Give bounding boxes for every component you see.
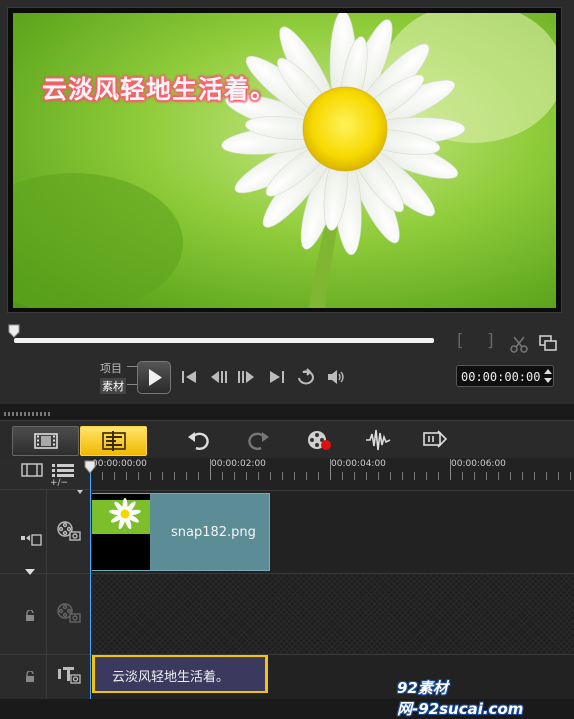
preview-title-overlay[interactable]: 云淡风轻地生活着。: [42, 70, 276, 106]
timecode-field[interactable]: 00:00:00:00: [456, 365, 554, 387]
chevron-down-icon[interactable]: [24, 561, 36, 580]
header-divider: [0, 654, 90, 655]
ruler-major-tick: [330, 459, 331, 479]
ruler-major-tick: [210, 459, 211, 479]
watermark: 92素材网-92sucai.com: [397, 679, 524, 718]
ruler-tick-label: 00:00:06:00: [451, 459, 506, 469]
undo-icon[interactable]: [185, 428, 213, 452]
title-track-icon[interactable]: [56, 664, 82, 686]
mode-connector: [127, 366, 137, 367]
overlay-track-icon[interactable]: [56, 602, 82, 624]
overlay-track[interactable]: [90, 574, 574, 655]
mark-in-button[interactable]: [: [457, 331, 464, 351]
video-track-icon[interactable]: [56, 520, 82, 542]
title-clip-text: 云淡风轻地生活着。: [112, 670, 230, 685]
previous-frame-icon[interactable]: [207, 367, 229, 387]
go-to-start-icon[interactable]: [179, 367, 201, 387]
record-capture-icon[interactable]: [305, 428, 333, 452]
filmstrip-icon: [34, 433, 58, 449]
scissors-icon[interactable]: [510, 335, 528, 357]
video-clip-thumbnail: [92, 494, 150, 570]
mode-project-label[interactable]: 项目: [100, 360, 122, 376]
timeline-icon: [102, 431, 126, 451]
ruler-tick-label: 00:00:04:00: [331, 459, 386, 469]
volume-icon[interactable]: [325, 367, 347, 387]
audio-waveform-icon[interactable]: [364, 428, 392, 452]
next-frame-icon[interactable]: [236, 367, 258, 387]
auto-music-icon[interactable]: [421, 428, 449, 452]
timecode-stepper[interactable]: [543, 366, 553, 390]
scrubber-handle[interactable]: [8, 323, 20, 338]
mark-out-button[interactable]: ]: [487, 331, 494, 351]
lock-icon[interactable]: [24, 668, 36, 682]
chevron-down-icon[interactable]: [76, 480, 84, 499]
header-divider: [46, 489, 47, 699]
toolbar-grip[interactable]: [4, 412, 50, 416]
enlarge-preview-icon[interactable]: [538, 334, 558, 356]
lock-icon[interactable]: [24, 607, 36, 621]
mode-clip-label[interactable]: 素材: [100, 378, 126, 394]
ruler-tick-label: 00:00:02:00: [211, 459, 266, 469]
preview-image: [13, 13, 556, 308]
playhead-line[interactable]: [90, 462, 91, 699]
add-remove-chapter-button[interactable]: +/−: [50, 478, 68, 488]
go-to-end-icon[interactable]: [265, 367, 287, 387]
play-icon: [149, 369, 162, 386]
timecode-value: 00:00:00:00: [461, 370, 541, 384]
video-clip-name: snap182.png: [171, 525, 256, 540]
header-divider: [0, 573, 90, 574]
ruler-major-tick: [450, 459, 451, 479]
play-button[interactable]: [137, 361, 171, 394]
mode-connector: [127, 384, 137, 385]
repeat-icon[interactable]: [295, 367, 317, 387]
playhead-handle[interactable]: [84, 459, 96, 478]
timeline-view-button[interactable]: [80, 426, 147, 456]
ruler-ticks: [90, 472, 574, 480]
ripple-edit-icon[interactable]: [20, 532, 42, 551]
ruler-tick-label: 00:00:00:00: [92, 459, 147, 469]
show-all-tracks-icon[interactable]: [21, 462, 45, 481]
scrubber-track[interactable]: [14, 338, 434, 343]
flower-image: [13, 13, 556, 308]
storyboard-view-button[interactable]: [12, 426, 79, 456]
redo-icon[interactable]: [244, 428, 272, 452]
